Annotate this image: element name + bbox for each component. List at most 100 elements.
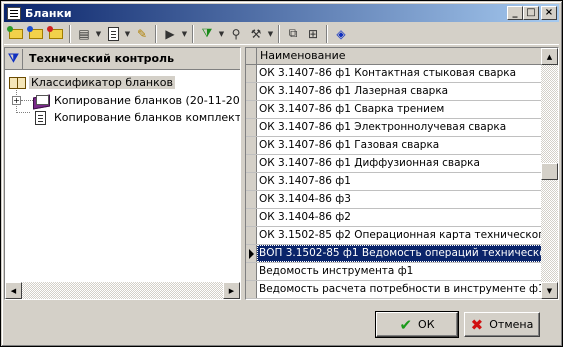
document-dropdown[interactable]: ▼ bbox=[123, 24, 132, 44]
properties-icon: ▤ bbox=[78, 26, 90, 41]
table-row[interactable]: ОК 3.1404-86 ф2 bbox=[246, 209, 543, 227]
minimize-button[interactable]: _ bbox=[507, 6, 523, 20]
row-indicator[interactable] bbox=[246, 119, 257, 136]
horizontal-scrollbar[interactable]: ◀ ▶ bbox=[5, 282, 240, 299]
tools-dropdown[interactable]: ▼ bbox=[266, 24, 275, 44]
toolbar-separator bbox=[326, 24, 328, 43]
cancel-label: Отмена bbox=[489, 318, 534, 331]
document-button[interactable] bbox=[103, 24, 123, 44]
document-icon bbox=[35, 110, 46, 125]
scroll-left-button[interactable]: ◀ bbox=[5, 282, 22, 299]
toolbar-separator bbox=[155, 24, 157, 43]
tree-button[interactable]: ⊞ bbox=[303, 24, 323, 44]
tree-line bbox=[21, 100, 33, 101]
delete-folder-icon bbox=[47, 25, 63, 39]
table-row[interactable]: Ведомость расчета потребности в инструме… bbox=[246, 281, 543, 299]
table-row[interactable]: ОК 3.1407-86 ф1 Лазерная сварка bbox=[246, 83, 543, 101]
delete-folder-button[interactable] bbox=[46, 24, 66, 44]
edit-folder-button[interactable] bbox=[26, 24, 46, 44]
find-icon: ⚲ bbox=[231, 26, 241, 41]
cell-name[interactable]: ОК 3.1407-86 ф1 Контактная стыковая свар… bbox=[257, 65, 543, 82]
wizard-button[interactable]: ✎ bbox=[132, 24, 152, 44]
filter-dropdown[interactable]: ▼ bbox=[217, 24, 226, 44]
cell-name[interactable]: ОК 3.1407-86 ф1 Сварка трением bbox=[257, 101, 543, 118]
row-indicator[interactable] bbox=[246, 227, 257, 244]
scroll-track[interactable] bbox=[22, 282, 223, 299]
copy-button[interactable]: ⧉ bbox=[283, 24, 303, 44]
title-bar[interactable]: Бланки _ □ × bbox=[4, 4, 559, 22]
cell-name[interactable]: ОК 3.1407-86 ф1 bbox=[257, 173, 543, 190]
play-icon: ▶ bbox=[165, 26, 175, 41]
add-folder-button[interactable] bbox=[6, 24, 26, 44]
row-indicator[interactable] bbox=[246, 65, 257, 82]
forms-grid: Наименование ОК 3.1407-86 ф1 Контактная … bbox=[245, 47, 559, 300]
cell-name[interactable]: Ведомость расчета потребности в инструме… bbox=[257, 281, 543, 298]
row-indicator[interactable] bbox=[246, 155, 257, 172]
tree-node-label: Классификатор бланков bbox=[29, 76, 175, 89]
scroll-thumb[interactable] bbox=[541, 163, 558, 180]
scroll-down-button[interactable]: ▼ bbox=[541, 282, 558, 299]
row-indicator[interactable] bbox=[246, 137, 257, 154]
column-header-name[interactable]: Наименование bbox=[257, 48, 543, 64]
row-indicator[interactable] bbox=[246, 245, 257, 262]
info-button[interactable]: ◈ bbox=[331, 24, 351, 44]
grid-header: Наименование bbox=[246, 48, 543, 65]
filter-button[interactable]: ⧩ bbox=[197, 24, 217, 44]
row-indicator[interactable] bbox=[246, 83, 257, 100]
add-folder-icon bbox=[7, 25, 23, 39]
table-row[interactable]: ОК 3.1404-86 ф3 bbox=[246, 191, 543, 209]
row-indicator[interactable] bbox=[246, 101, 257, 118]
row-indicator[interactable] bbox=[246, 281, 257, 298]
cell-name[interactable]: ОК 3.1407-86 ф1 Диффузионная сварка bbox=[257, 155, 543, 172]
tree-node-root[interactable]: Классификатор бланков bbox=[9, 74, 175, 91]
table-row[interactable]: ОК 3.1502-85 ф2 Операционная карта техни… bbox=[246, 227, 543, 245]
row-indicator[interactable] bbox=[246, 209, 257, 226]
cell-name[interactable]: ОК 3.1407-86 ф1 Газовая сварка bbox=[257, 137, 543, 154]
find-button[interactable]: ⚲ bbox=[226, 24, 246, 44]
cell-name[interactable]: ОК 3.1404-86 ф3 bbox=[257, 191, 543, 208]
tree-node-copy-kit[interactable]: Копирование бланков комплекта (2 bbox=[35, 109, 240, 126]
table-row[interactable]: ОК 3.1407-86 ф1 bbox=[246, 173, 543, 191]
cell-name[interactable]: Ведомость инструмента ф1 bbox=[257, 263, 543, 280]
table-row[interactable]: ВОП 3.1502-85 ф1 Ведомость операций техн… bbox=[246, 245, 543, 263]
table-row[interactable]: Ведомость инструмента ф1 bbox=[246, 263, 543, 281]
maximize-button[interactable]: □ bbox=[523, 6, 539, 20]
tree-icon: ⊞ bbox=[307, 26, 319, 41]
properties-dropdown[interactable]: ▼ bbox=[94, 24, 103, 44]
scroll-up-button[interactable]: ▲ bbox=[541, 48, 558, 65]
cross-icon: ✖ bbox=[470, 315, 484, 334]
toolbar-separator bbox=[278, 24, 280, 43]
cell-name[interactable]: ОК 3.1404-86 ф2 bbox=[257, 209, 543, 226]
run-button[interactable]: ▶ bbox=[160, 24, 180, 44]
cell-name[interactable]: ОК 3.1407-86 ф1 Лазерная сварка bbox=[257, 83, 543, 100]
run-dropdown[interactable]: ▼ bbox=[180, 24, 189, 44]
table-row[interactable]: ОК 3.1407-86 ф1 Сварка трением bbox=[246, 101, 543, 119]
tree-line bbox=[16, 112, 30, 113]
copy-icon: ⧉ bbox=[288, 26, 298, 40]
toolbar: ▤ ▼ ▼ ✎ ▶ ▼ ⧩ ▼ ⚲ ⚒ ▼ ⧉ ⊞ ◈ bbox=[4, 23, 559, 45]
table-row[interactable]: ОК 3.1407-86 ф1 Контактная стыковая свар… bbox=[246, 65, 543, 83]
indicator-column-header bbox=[246, 48, 257, 64]
row-indicator[interactable] bbox=[246, 263, 257, 280]
app-icon bbox=[7, 6, 21, 20]
ok-button[interactable]: ✔ ОК bbox=[375, 311, 459, 338]
tree-node-copy[interactable]: + Копирование бланков (20-11-2012) bbox=[12, 92, 240, 109]
cancel-button[interactable]: ✖ Отмена bbox=[464, 312, 540, 337]
cell-name[interactable]: ВОП 3.1502-85 ф1 Ведомость операций техн… bbox=[257, 245, 543, 262]
row-indicator[interactable] bbox=[246, 191, 257, 208]
panel-header: ⧩ Технический контроль bbox=[5, 48, 240, 70]
vertical-scrollbar[interactable]: ▲ ▼ bbox=[541, 48, 558, 299]
filter-icon: ⧩ bbox=[201, 26, 213, 40]
table-row[interactable]: ОК 3.1407-86 ф1 Электроннолучевая сварка bbox=[246, 119, 543, 137]
close-button[interactable]: × bbox=[541, 6, 557, 20]
cell-name[interactable]: ОК 3.1407-86 ф1 Электроннолучевая сварка bbox=[257, 119, 543, 136]
table-row[interactable]: ОК 3.1407-86 ф1 Газовая сварка bbox=[246, 137, 543, 155]
properties-button[interactable]: ▤ bbox=[74, 24, 94, 44]
table-row[interactable]: ОК 3.1407-86 ф1 Диффузионная сварка bbox=[246, 155, 543, 173]
header-filter-button[interactable]: ⧩ bbox=[5, 48, 23, 69]
cell-name[interactable]: ОК 3.1502-85 ф2 Операционная карта техни… bbox=[257, 227, 543, 244]
scroll-right-button[interactable]: ▶ bbox=[223, 282, 240, 299]
expand-icon[interactable]: + bbox=[12, 96, 21, 105]
row-indicator[interactable] bbox=[246, 173, 257, 190]
tools-button[interactable]: ⚒ bbox=[246, 24, 266, 44]
